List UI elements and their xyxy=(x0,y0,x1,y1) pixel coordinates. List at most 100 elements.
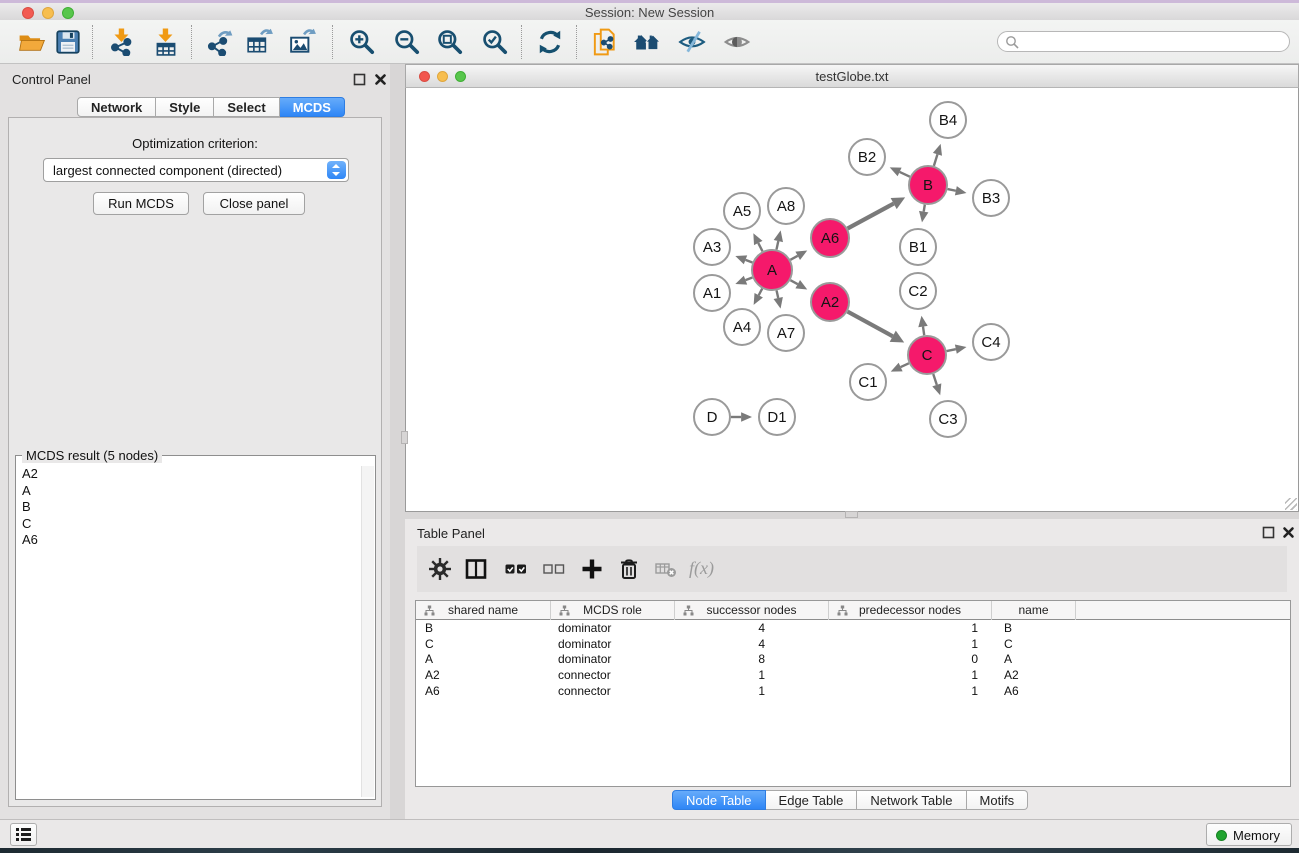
memory-button[interactable]: Memory xyxy=(1206,823,1292,846)
dropdown-stepper-icon xyxy=(327,161,346,179)
graph-node-label-B1: B1 xyxy=(909,239,927,256)
tab-network[interactable]: Network xyxy=(77,97,156,117)
graph-node-label-A: A xyxy=(767,262,777,279)
table-toolbar: f(x) xyxy=(417,546,1287,592)
table-close-panel-icon[interactable] xyxy=(1282,526,1295,539)
export-table-button[interactable] xyxy=(246,28,274,56)
save-session-button[interactable] xyxy=(54,28,82,56)
graph-edge-A-A5[interactable] xyxy=(758,243,762,251)
result-scrollbar[interactable] xyxy=(361,466,374,797)
column-settings-button[interactable] xyxy=(428,557,452,581)
create-column-button[interactable] xyxy=(580,557,604,581)
graph-edge-C-C3[interactable] xyxy=(933,374,937,385)
result-item[interactable]: A2 xyxy=(22,466,359,483)
graph-edge-A-A1[interactable] xyxy=(746,278,753,281)
resize-corner-handle[interactable] xyxy=(1285,498,1297,510)
select-all-rows-button[interactable] xyxy=(504,557,528,581)
graph-edge-arrowhead xyxy=(735,276,747,285)
tab-edge-table[interactable]: Edge Table xyxy=(766,790,858,810)
graph-edge-C-C2[interactable] xyxy=(923,327,924,336)
graph-edge-B-B3[interactable] xyxy=(948,189,956,191)
network-window-titlebar[interactable]: testGlobe.txt xyxy=(405,64,1299,88)
tab-motifs[interactable]: Motifs xyxy=(967,790,1029,810)
attribute-tree-icon xyxy=(837,605,848,616)
export-network-button[interactable] xyxy=(206,28,234,56)
graph-node-label-D: D xyxy=(707,409,718,426)
import-table-icon xyxy=(152,28,180,56)
search-field xyxy=(997,31,1290,52)
column-header-predecessor-nodes[interactable]: predecessor nodes xyxy=(829,601,992,620)
bottom-divider-grip[interactable] xyxy=(845,511,858,518)
refresh-view-button[interactable] xyxy=(536,28,564,56)
tab-style[interactable]: Style xyxy=(156,97,214,117)
graph-edge-A-A3[interactable] xyxy=(746,260,753,263)
table-row[interactable]: A2 connector 1 1 A2 xyxy=(416,668,1290,684)
result-item[interactable]: A6 xyxy=(22,532,359,549)
graph-edge-A-A8[interactable] xyxy=(776,241,778,249)
graph-edge-A6-B[interactable] xyxy=(848,204,894,229)
tab-mcds[interactable]: MCDS xyxy=(280,97,345,117)
float-panel-icon[interactable] xyxy=(353,73,366,86)
hide-graphics-details-button[interactable] xyxy=(678,28,706,56)
zoom-fit-button[interactable] xyxy=(436,28,464,56)
graph-edge-B-B1[interactable] xyxy=(924,205,925,212)
deselect-all-icon xyxy=(542,557,566,581)
table-row[interactable]: A6 connector 1 1 A6 xyxy=(416,684,1290,700)
zoom-selected-icon xyxy=(481,28,509,56)
run-mcds-button[interactable]: Run MCDS xyxy=(93,192,189,215)
open-session-button[interactable] xyxy=(18,28,46,56)
graph-node-label-A6: A6 xyxy=(821,230,839,247)
result-item[interactable]: C xyxy=(22,516,359,533)
graph-edge-B-B2[interactable] xyxy=(900,172,910,177)
column-header-successor-nodes[interactable]: successor nodes xyxy=(675,601,829,620)
column-header-mcds-role[interactable]: MCDS role xyxy=(551,601,675,620)
zoom-in-button[interactable] xyxy=(348,28,376,56)
network-canvas[interactable]: A5A8A3A1A4A7AA6A2BB2B4B3B1C2CC4C1C3DD1 xyxy=(405,88,1299,512)
graph-edge-A2-C[interactable] xyxy=(848,312,893,337)
table-float-panel-icon[interactable] xyxy=(1262,526,1275,539)
export-image-button[interactable] xyxy=(289,28,317,56)
home-view-button[interactable] xyxy=(633,28,661,56)
table-panel-tabs: Node Table Edge Table Network Table Moti… xyxy=(672,790,1028,810)
graph-edge-arrowhead xyxy=(741,412,752,422)
criterion-dropdown[interactable]: largest connected component (directed) xyxy=(43,158,349,182)
zoom-out-button[interactable] xyxy=(393,28,421,56)
graph-edge-A-A7[interactable] xyxy=(777,290,779,297)
show-log-button[interactable] xyxy=(10,823,37,846)
table-row[interactable]: C dominator 4 1 C xyxy=(416,637,1290,653)
close-panel-icon[interactable] xyxy=(374,73,387,86)
delete-table-button[interactable] xyxy=(654,557,678,581)
attribute-tree-icon xyxy=(683,605,694,616)
zoom-selected-button[interactable] xyxy=(481,28,509,56)
show-graphics-details-button[interactable] xyxy=(723,28,751,56)
column-header-shared-name[interactable]: shared name xyxy=(416,601,551,620)
tab-node-table[interactable]: Node Table xyxy=(672,790,766,810)
graph-edge-A-A6[interactable] xyxy=(790,256,797,260)
delete-column-button[interactable] xyxy=(617,557,641,581)
cell-successor-nodes: 8 xyxy=(675,652,829,668)
result-item[interactable]: A xyxy=(22,483,359,500)
tab-network-table[interactable]: Network Table xyxy=(857,790,966,810)
close-panel-button[interactable]: Close panel xyxy=(203,192,305,215)
show-column-panel-button[interactable] xyxy=(464,557,488,581)
function-builder-button[interactable]: f(x) xyxy=(689,558,714,579)
import-table-button[interactable] xyxy=(152,28,180,56)
table-row[interactable]: A dominator 8 0 A xyxy=(416,652,1290,668)
result-item[interactable]: B xyxy=(22,499,359,516)
column-header-name[interactable]: name xyxy=(992,601,1076,620)
graph-node-label-C2: C2 xyxy=(908,283,927,300)
search-input[interactable] xyxy=(1024,33,1284,50)
graph-edge-A-A4[interactable] xyxy=(759,289,763,296)
delete-table-icon xyxy=(654,557,678,581)
duplicate-network-button[interactable] xyxy=(590,28,618,56)
graph-edge-B-B4[interactable] xyxy=(934,154,938,166)
tab-select[interactable]: Select xyxy=(214,97,279,117)
graph-edge-C-C1[interactable] xyxy=(901,363,909,367)
cell-shared-name: A2 xyxy=(416,668,551,684)
table-row[interactable]: B dominator 4 1 B xyxy=(416,621,1290,637)
graph-edge-C-C4[interactable] xyxy=(947,349,956,351)
import-network-button[interactable] xyxy=(108,28,136,56)
left-divider-grip[interactable] xyxy=(401,431,408,444)
graph-edge-A-A2[interactable] xyxy=(790,280,797,284)
deselect-all-rows-button[interactable] xyxy=(542,557,566,581)
